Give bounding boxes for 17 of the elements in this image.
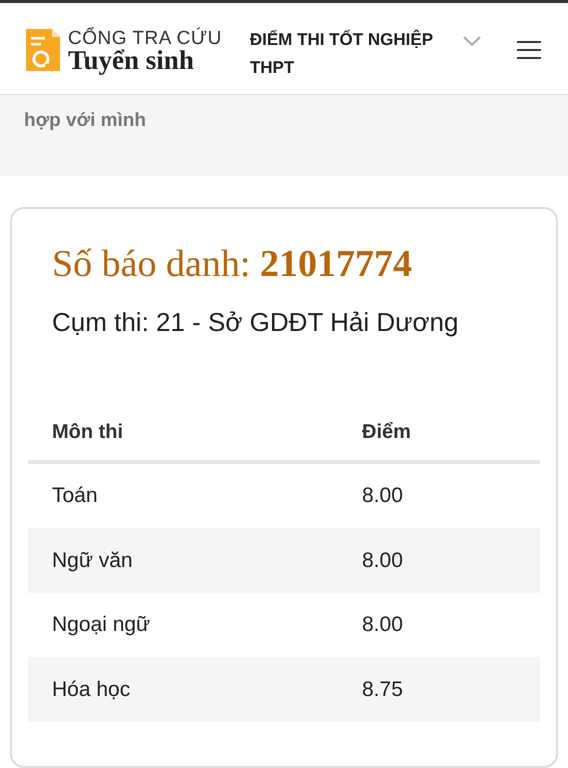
logo-tagline: CỔNG TRA CỨU	[68, 28, 222, 48]
column-header: Điểm	[362, 420, 411, 445]
intro-text: hợp với mình	[24, 110, 146, 131]
table-cell-text: 8.00	[362, 483, 403, 510]
column-header: Môn thi	[52, 420, 124, 445]
table-cell-text: Toán	[52, 483, 99, 510]
menu-icon[interactable]	[516, 40, 542, 60]
table-cell-text: 8.75	[362, 676, 403, 703]
candidate-number: Số báo danh: 21017774	[52, 242, 413, 288]
table-cell-text: Hóa học	[52, 676, 132, 703]
table-cell-text: 8.00	[362, 548, 403, 574]
logo-title: Tuyển sinh	[68, 46, 195, 74]
exam-cluster: Cụm thi: 21 - Sở GDĐT Hải Dương	[52, 306, 460, 339]
table-cell-text: Ngoại ngữ	[52, 612, 152, 638]
table-cell-text: 8.00	[362, 612, 403, 638]
nav-title[interactable]: ĐIỂM THI TỐT NGHIỆP THPT	[250, 26, 450, 82]
table-cell-text: Ngữ văn	[52, 548, 134, 574]
